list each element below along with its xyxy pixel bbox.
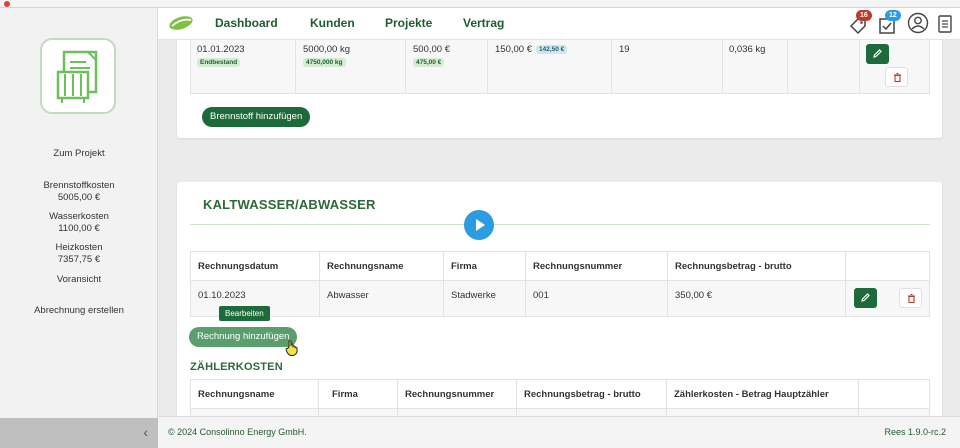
water-costs-value: 1100,00 € <box>58 223 100 234</box>
meter-section-title: ZÄHLERKOSTEN <box>190 361 283 373</box>
document-icon <box>938 15 952 33</box>
col-header-zaehlerkosten: Zählerkosten - Betrag Hauptzähler <box>674 389 829 400</box>
nav-projekte[interactable]: Projekte <box>385 16 432 30</box>
add-invoice-button[interactable]: Rechnung hinzufügen <box>189 327 298 347</box>
fuel-cost-tag: 142,50 € <box>536 45 568 54</box>
sidebar: Zum Projekt Brennstoffkosten 5005,00 € W… <box>0 8 158 448</box>
trash-icon <box>894 72 901 83</box>
table-row <box>191 409 929 416</box>
water-row-company: Stadwerke <box>451 290 496 301</box>
consolinno-logo-icon[interactable] <box>168 14 194 32</box>
fuel-delete-button[interactable] <box>885 67 908 87</box>
sidebar-collapse-bar[interactable]: ‹ <box>0 418 158 448</box>
notifications-button[interactable]: 16 <box>848 10 872 36</box>
pencil-icon <box>873 49 882 58</box>
col-header-rechnungsnummer: Rechnungsnummer <box>405 389 495 400</box>
video-play-button[interactable] <box>464 210 494 240</box>
tasks-count-badge: 12 <box>885 10 901 21</box>
water-edit-button[interactable] <box>854 288 877 308</box>
nav-kunden[interactable]: Kunden <box>310 16 355 30</box>
col-header-rechnungsnummer: Rechnungsnummer <box>533 261 623 272</box>
footer-copyright: © 2024 Consolinno Energy GmbH. <box>168 427 307 437</box>
hand-cursor-icon <box>285 340 298 356</box>
fuel-date: 01.01.2023 <box>197 44 245 55</box>
water-card: KALTWASSER/ABWASSER Rechnungsdatum Rechn… <box>177 182 942 416</box>
create-bill-link[interactable]: Abrechnung erstellen <box>0 305 158 317</box>
fuel-price-tag: 475,00 € <box>413 58 445 67</box>
water-delete-button[interactable] <box>899 288 922 308</box>
nav-dashboard[interactable]: Dashboard <box>215 16 278 30</box>
water-row-amount: 350,00 € <box>675 290 712 301</box>
footer: © 2024 Consolinno Energy GmbH. Rees 1.9.… <box>158 416 960 448</box>
water-row-date: 01.10.2023 <box>198 290 246 301</box>
chevron-left-icon[interactable]: ‹ <box>143 424 148 440</box>
main-content: 01.01.2023 Endbestand 5000,00 kg 4750,00… <box>158 40 960 416</box>
heating-costs-value: 7357,75 € <box>57 254 101 265</box>
table-row <box>191 281 929 316</box>
fuel-card: 01.01.2023 Endbestand 5000,00 kg 4750,00… <box>177 40 942 138</box>
play-icon <box>476 219 485 231</box>
footer-version: Rees 1.9.0-rc.2 <box>884 427 946 437</box>
heating-document-icon <box>56 50 98 103</box>
user-avatar-icon <box>907 12 929 34</box>
col-header-rechnungsname: Rechnungsname <box>327 261 404 272</box>
meter-table: Rechnungsname Firma Rechnungsnummer Rech… <box>190 379 930 416</box>
pencil-icon <box>861 293 870 302</box>
col-header-rechnungsname: Rechnungsname <box>198 389 275 400</box>
fuel-count: 19 <box>619 44 630 55</box>
record-indicator-icon <box>4 1 10 7</box>
nav-vertrag[interactable]: Vertrag <box>463 16 504 30</box>
fuel-costs-label: Brennstoffkosten <box>43 180 115 191</box>
fuel-amount: 5000,00 kg <box>303 44 351 55</box>
col-header-firma: Firma <box>451 261 477 272</box>
fuel-consumption: 0,036 kg <box>729 44 766 55</box>
documents-button[interactable] <box>937 12 955 36</box>
fuel-cost: 150,00 € <box>495 44 532 55</box>
water-row-name: Abwasser <box>327 290 369 301</box>
edit-tooltip: Bearbeiten <box>219 306 270 321</box>
fuel-date-tag: Endbestand <box>197 58 241 67</box>
col-header-firma: Firma <box>332 389 358 400</box>
col-header-rechnungsdatum: Rechnungsdatum <box>198 261 279 272</box>
notification-count-badge: 16 <box>856 10 872 21</box>
trash-icon <box>908 293 915 304</box>
fuel-costs-value: 5005,00 € <box>57 192 101 203</box>
user-profile-button[interactable] <box>907 12 929 36</box>
tasks-button[interactable]: 12 <box>877 10 901 36</box>
fuel-edit-button[interactable] <box>866 44 889 64</box>
col-header-rechnungsbetrag: Rechnungsbetrag - brutto <box>675 261 792 272</box>
water-row-number: 001 <box>533 290 549 301</box>
water-table: Rechnungsdatum Rechnungsname Firma Rechn… <box>190 251 930 317</box>
add-fuel-button[interactable]: Brennstoff hinzufügen <box>202 107 311 127</box>
col-header-rechnungsbetrag: Rechnungsbetrag - brutto <box>524 389 641 400</box>
fuel-amount-tag: 4750,000 kg <box>303 58 346 67</box>
heating-costs-label: Heizkosten <box>55 242 103 253</box>
top-navbar: Dashboard Kunden Projekte Vertrag 16 12 <box>158 8 960 40</box>
water-section-title: KALTWASSER/ABWASSER <box>203 197 376 212</box>
water-costs-label: Wasserkosten <box>49 211 109 222</box>
browser-top-edge <box>0 0 960 8</box>
project-image-tile[interactable] <box>40 38 116 114</box>
project-link[interactable]: Zum Projekt <box>0 148 158 160</box>
fuel-table-row: 01.01.2023 Endbestand 5000,00 kg 4750,00… <box>190 40 930 94</box>
fuel-price: 500,00 € <box>413 44 450 55</box>
preview-link[interactable]: Voransicht <box>0 274 158 286</box>
